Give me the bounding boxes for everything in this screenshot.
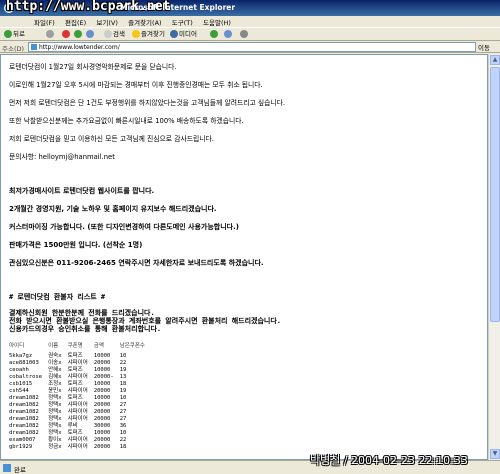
- home-button[interactable]: [86, 29, 95, 40]
- ad-line: 최저가경매사이트 로텐더닷컴 웹사이트를 팝니다.: [9, 187, 155, 195]
- page-done-icon: [3, 464, 11, 472]
- notice-line: 저희 로텐더닷컴을 믿고 이용하신 모든 고객님께 진심으로 감사드립니다.: [9, 135, 214, 143]
- forward-arrow-icon: [46, 30, 54, 38]
- page-content: 로텐더닷컴이 1월27일 회사경영악화문제로 문을 닫습니다. 이로인해 1월2…: [0, 54, 488, 460]
- history-button[interactable]: [210, 29, 219, 40]
- col-header-coupon: 쿠폰명: [67, 343, 83, 349]
- refund-line: 신용카드의경우 승인취소를 통해 환불처리합니다.: [9, 325, 162, 333]
- page-icon: [31, 44, 37, 50]
- mail-icon: [224, 30, 232, 38]
- table-row: dream1082 정택x 토퍼즈 10000 10: [9, 430, 127, 436]
- notice-line: 먼저 저희 로텐더닷컴은 단 1건도 부정행위를 하지않았다는것을 고객님들께 …: [9, 99, 286, 107]
- vertical-scrollbar[interactable]: ▲ ▼: [488, 54, 500, 460]
- print-icon: [240, 30, 248, 38]
- print-button[interactable]: [240, 29, 249, 40]
- table-row: cobaltrose 김혜x 샤파이어 20000- 13: [9, 374, 127, 380]
- go-button[interactable]: 이동: [478, 42, 490, 52]
- refund-line: 결제하신회원 한분한분께 전화를 드리겠습니다.: [9, 309, 155, 317]
- scroll-thumb[interactable]: [490, 67, 500, 322]
- refund-line: 전화 받으시면 환불받으실 은행통장과 계좌번호를 알려주시면 환불처리 해드리…: [9, 317, 281, 325]
- refund-title: # 로텐더닷컴 환불자 리스트 #: [9, 293, 106, 301]
- table-row: csb1015 조정x 토퍼즈 10000 18: [9, 381, 127, 387]
- ad-line: 커스터마이징 가능합니다. (또한 디자인변경하여 다른도메인 사용가능합니다.…: [9, 223, 239, 231]
- title-bar: http://www.bcpark.net Microsoft Internet…: [0, 0, 500, 16]
- favorites-button[interactable]: 즐겨찾기: [132, 29, 165, 40]
- forward-button[interactable]: [46, 29, 55, 40]
- search-icon: [104, 30, 112, 38]
- table-row: ace881003 이송x 샤파이어 20000 22: [9, 360, 127, 366]
- refresh-icon: [74, 30, 82, 38]
- stop-icon: [62, 30, 70, 38]
- table-row: dream1082 정택x 샤파이어 20000 27: [9, 416, 127, 422]
- table-row: 5kka7gz 권숙x 토퍼즈 10000 10: [9, 353, 127, 359]
- scroll-up-icon[interactable]: ▲: [490, 55, 500, 65]
- media-button[interactable]: 미디어: [170, 29, 197, 40]
- back-button[interactable]: 뒤로: [4, 29, 25, 40]
- address-url: http://www.lowtender.com/: [39, 44, 120, 51]
- refund-table: 아이디 이름 쿠폰명 금액 남은쿠폰수 5kka7gz 권숙x 토퍼즈 10000 10…: [9, 341, 151, 451]
- menu-bar: 파일(F) 편집(E) 보기(V) 즐겨찾기(A) 도구(T) 도움말(H): [0, 16, 500, 27]
- col-header-name: 이름: [48, 343, 59, 349]
- media-icon: [170, 30, 178, 38]
- ad-line: 판매가격은 1500만원 입니다. (선착순 1명): [9, 241, 143, 249]
- status-text: 완료: [14, 466, 26, 474]
- table-row: exam0007 황이x 샤파이어 20000 22: [9, 437, 127, 443]
- col-header-remaining: 남은쿠폰수: [119, 343, 145, 349]
- refresh-button[interactable]: [74, 29, 83, 40]
- table-row: ceoahh 안혜x 토퍼즈 10000 19: [9, 367, 127, 373]
- home-icon: [86, 30, 94, 38]
- stop-button[interactable]: [62, 29, 71, 40]
- col-header-id: 아이디: [9, 343, 25, 349]
- notice-line: 로텐더닷컴이 1월27일 회사경영악화문제로 문을 닫습니다.: [9, 63, 177, 71]
- address-input[interactable]: http://www.lowtender.com/: [28, 42, 476, 52]
- history-icon: [210, 30, 218, 38]
- back-arrow-icon: [4, 30, 12, 38]
- notice-line: 이로인해 1월27일 오후 5시에 마감되는 경매부터 이후 진행중인경매는 모…: [9, 81, 263, 89]
- table-row: dream1082 정택x 샤파이어 20000 27: [9, 409, 127, 415]
- address-label: 주소(D): [2, 45, 25, 53]
- ad-line: 관심있으신분은 011-9206-2465 연락주시면 자세한자료 보내드리도록…: [9, 259, 264, 267]
- capture-stamp: 박병철 / 2004-02-23 22:10:33: [310, 454, 468, 467]
- scroll-down-icon[interactable]: ▼: [490, 449, 500, 459]
- mail-button[interactable]: [224, 29, 233, 40]
- ad-line: 2개월간 경영지원, 기술 노하우 및 홈페이지 유지보수 해드리겠습니다.: [9, 205, 217, 213]
- toolbar: 뒤로 검색 즐겨찾기 미디어: [0, 27, 500, 41]
- star-icon: [132, 30, 140, 38]
- table-row: dream1082 정택x 샤파이어 20000 27: [9, 402, 127, 408]
- window-title: Microsoft Internet Explorer: [120, 3, 236, 12]
- col-header-amount: 금액: [93, 343, 104, 349]
- contact-email: 문의사항: helloymj@hanmail.net: [9, 153, 115, 161]
- address-bar: 주소(D) http://www.lowtender.com/ 이동: [0, 41, 500, 53]
- table-row: csh544 윤민x 샤파이어 20000 19: [9, 388, 127, 394]
- table-row: gbr1929 정금x 샤파이어 20000 18: [9, 444, 127, 450]
- table-row: dream1082 정택x 루비 30000 36: [9, 423, 127, 429]
- search-button[interactable]: 검색: [104, 29, 125, 40]
- table-row: dream1082 정택x 토퍼즈 10000 10: [9, 395, 127, 401]
- notice-line: 또한 낙찰받으신분께는 추가요금없이 빠른시일내로 100% 배송하도록 하겠습…: [9, 117, 244, 125]
